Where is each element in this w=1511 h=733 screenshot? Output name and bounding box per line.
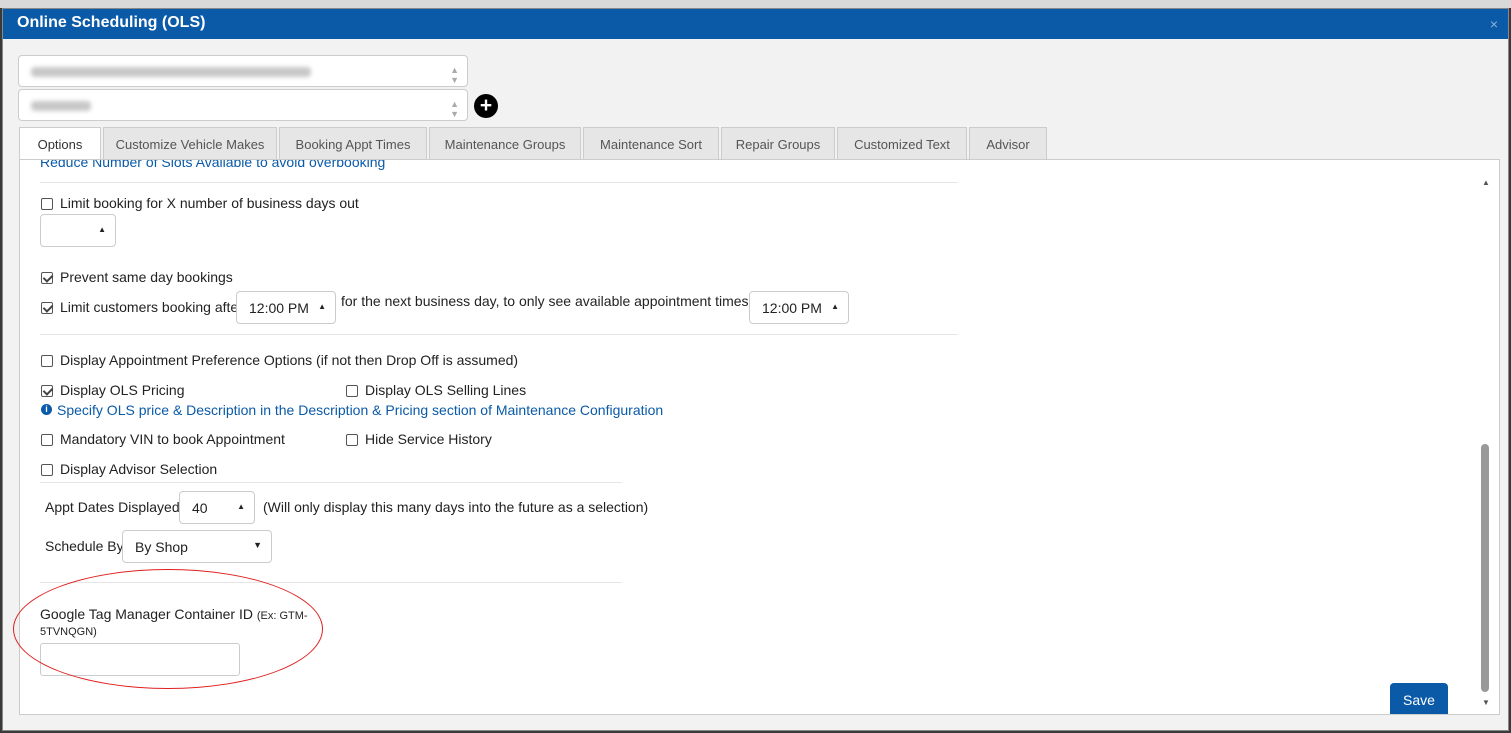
appt-preference-checkbox[interactable] — [41, 355, 53, 367]
hide-history-label: Hide Service History — [365, 431, 492, 447]
hide-history-checkbox[interactable] — [346, 434, 358, 446]
dealer-select[interactable]: ▲ ▼ — [18, 55, 468, 87]
add-icon[interactable]: + — [474, 94, 498, 118]
scroll-up-icon[interactable]: ▲ — [1482, 178, 1490, 187]
dialog-titlebar: Online Scheduling (OLS) × — [3, 9, 1508, 39]
tab-repair-groups[interactable]: Repair Groups — [721, 127, 835, 160]
appt-dates-label: Appt Dates Displayed — [45, 499, 180, 515]
tab-options[interactable]: Options — [19, 127, 101, 161]
tab-advisor[interactable]: Advisor — [969, 127, 1047, 160]
tab-booking-appt-times[interactable]: Booking Appt Times — [279, 127, 427, 160]
prevent-same-day-label: Prevent same day bookings — [60, 269, 233, 285]
limit-after-time-dropdown[interactable]: 12:00 PM ▲ — [236, 291, 336, 324]
caret-up-icon: ▲ — [98, 225, 106, 234]
next-day-time-dropdown[interactable]: 12:00 PM ▲ — [749, 291, 849, 324]
reduce-slots-link[interactable]: Reduce Number of Slots Available to avoi… — [40, 160, 385, 170]
advisor-selection-checkbox[interactable] — [41, 464, 53, 476]
mandatory-vin-label: Mandatory VIN to book Appointment — [60, 431, 285, 447]
panel-scrollbar[interactable]: ▲ ▼ — [1479, 174, 1493, 710]
tab-maintenance-sort[interactable]: Maintenance Sort — [583, 127, 719, 160]
tab-customize-vehicle-makes[interactable]: Customize Vehicle Makes — [103, 127, 277, 160]
appt-dates-value: 40 — [192, 500, 208, 516]
dealer-select-value-blurred — [31, 67, 311, 77]
next-day-label: for the next business day, to only see a… — [341, 293, 781, 309]
limit-days-dropdown[interactable]: ▲ — [40, 214, 116, 247]
limit-after-checkbox[interactable] — [41, 302, 53, 314]
shop-select-value-blurred — [31, 101, 91, 111]
caret-down-icon: ▼ — [253, 540, 262, 550]
limit-after-time-value: 12:00 PM — [249, 300, 309, 316]
divider — [40, 334, 958, 335]
appt-dates-dropdown[interactable]: 40 ▲ — [179, 491, 255, 524]
appt-preference-label: Display Appointment Preference Options (… — [60, 352, 519, 368]
schedule-by-dropdown[interactable]: By Shop ▼ — [122, 530, 272, 563]
limit-days-label: Limit booking for X number of business d… — [60, 195, 359, 211]
ols-selling-lines-label: Display OLS Selling Lines — [365, 382, 527, 398]
divider — [40, 182, 958, 183]
divider — [40, 482, 622, 483]
schedule-by-label: Schedule By — [45, 538, 124, 554]
ols-selling-lines-checkbox[interactable] — [346, 385, 358, 397]
tab-customized-text[interactable]: Customized Text — [837, 127, 967, 160]
advisor-selection-label: Display Advisor Selection — [60, 461, 218, 477]
appt-dates-note: (Will only display this many days into t… — [263, 499, 649, 515]
red-annotation-circle — [13, 569, 323, 689]
info-icon: i — [41, 404, 52, 415]
scroll-thumb[interactable] — [1481, 444, 1489, 692]
caret-up-icon: ▲ — [237, 502, 245, 511]
chevron-down-icon: ▲ ▼ — [450, 99, 459, 119]
scroll-down-icon[interactable]: ▼ — [1482, 698, 1490, 707]
background-window-strip — [0, 0, 1511, 8]
shop-select[interactable]: ▲ ▼ — [18, 89, 468, 121]
limit-after-label: Limit customers booking after — [60, 299, 243, 315]
ols-pricing-checkbox[interactable] — [41, 385, 53, 397]
caret-up-icon: ▲ — [318, 302, 326, 311]
next-day-time-value: 12:00 PM — [762, 300, 822, 316]
ols-dialog: Online Scheduling (OLS) × ▲ ▼ ▲ ▼ + Option… — [2, 8, 1509, 731]
ols-pricing-label: Display OLS Pricing — [60, 382, 185, 398]
mandatory-vin-checkbox[interactable] — [41, 434, 53, 446]
prevent-same-day-checkbox[interactable] — [41, 272, 53, 284]
caret-up-icon: ▲ — [831, 302, 839, 311]
close-icon[interactable]: × — [1490, 16, 1498, 32]
tab-maintenance-groups[interactable]: Maintenance Groups — [429, 127, 581, 160]
chevron-down-icon: ▲ ▼ — [450, 65, 459, 85]
save-button[interactable]: Save — [1390, 683, 1448, 714]
limit-days-checkbox[interactable] — [41, 198, 53, 210]
dialog-title: Online Scheduling (OLS) — [17, 14, 206, 31]
schedule-by-value: By Shop — [135, 539, 188, 555]
pricing-info-link[interactable]: Specify OLS price & Description in the D… — [57, 402, 663, 418]
